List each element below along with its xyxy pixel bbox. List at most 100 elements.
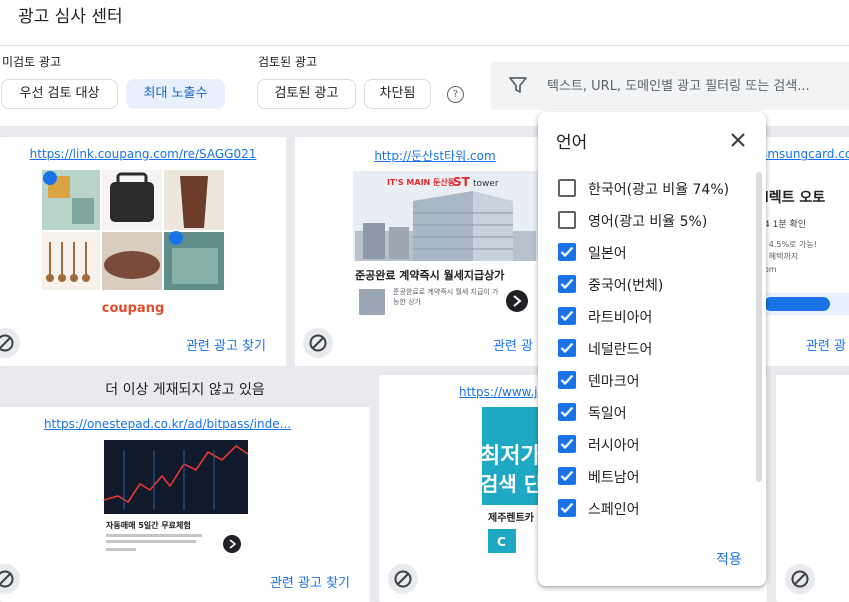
ad-card[interactable]: 더 이상 게재되지 않고 있음 https://onestepad.co.kr/… xyxy=(0,375,370,602)
language-checkbox[interactable] xyxy=(558,339,576,357)
ad-headline: 준공완료 계약즉시 월세지급상가 xyxy=(355,268,504,282)
ad-creative-image: 자동매매 5일간 무료체험 xyxy=(104,440,248,558)
brand-st-text: ST xyxy=(453,175,471,189)
header-divider xyxy=(0,45,849,46)
scrollbar[interactable] xyxy=(756,172,762,482)
language-checkbox[interactable] xyxy=(558,467,576,485)
brand-tower-text: tower xyxy=(473,179,499,189)
language-checkbox[interactable] xyxy=(558,499,576,517)
language-option[interactable]: 일본어 xyxy=(556,236,756,268)
block-ad-button[interactable] xyxy=(388,564,418,594)
close-icon[interactable] xyxy=(728,130,748,150)
ad-text-4: l 혜택까지 xyxy=(764,252,799,261)
language-label: 독일어 xyxy=(588,406,627,422)
language-option[interactable]: 한국어(광고 비율 74%) xyxy=(556,172,756,204)
language-option[interactable]: 라트비아어 xyxy=(556,300,756,332)
language-option[interactable]: 독일어 xyxy=(556,396,756,428)
language-option[interactable]: 영어(광고 비율 5%) xyxy=(556,204,756,236)
check-icon xyxy=(560,406,574,418)
ad-text-1: l렉트 오토 xyxy=(764,190,826,206)
chip-reviewed-ads[interactable]: 검토된 광고 xyxy=(257,79,356,109)
filter-bar xyxy=(491,62,849,110)
ad-url[interactable]: amsungcard.com xyxy=(760,147,849,161)
language-label: 영어(광고 비율 5%) xyxy=(588,214,708,230)
filter-search-input[interactable] xyxy=(547,76,847,96)
language-option[interactable]: 네덜란드어 xyxy=(556,332,756,364)
language-label: 네덜란드어 xyxy=(588,342,653,358)
find-related-ads-link[interactable]: 관련 광 xyxy=(806,335,846,354)
language-checkbox[interactable] xyxy=(558,307,576,325)
language-filter-panel: 언어 한국어(광고 비율 74%) 영어(광고 비율 5%) 일본어중국어(번체) 라… xyxy=(538,112,766,586)
block-icon xyxy=(394,570,412,588)
language-option[interactable]: 러시아어 xyxy=(556,428,756,460)
check-icon xyxy=(560,246,574,258)
language-label: 중국어(번체) xyxy=(588,278,664,294)
language-checkbox[interactable] xyxy=(558,371,576,389)
ad-subtext: 준공완료로 계약즉시 월세 지급이 가능한 상가 xyxy=(393,288,499,306)
check-icon xyxy=(560,438,574,450)
apply-button[interactable]: 적용 xyxy=(716,549,742,569)
chip-most-impressions[interactable]: 최대 노출수 xyxy=(126,79,225,109)
check-icon xyxy=(560,278,574,290)
language-label: 일본어 xyxy=(588,246,627,262)
block-icon xyxy=(309,334,327,352)
find-related-ads-link[interactable]: 관련 광고 찾기 xyxy=(186,335,266,354)
ad-text-2: 4 1분 확인 xyxy=(764,220,807,230)
block-icon xyxy=(791,570,809,588)
language-checkbox[interactable] xyxy=(558,211,576,229)
block-icon xyxy=(0,570,14,588)
reviewed-label: 검토된 광고 xyxy=(258,55,318,69)
brand-logo-text: coupang xyxy=(102,301,165,316)
language-label: 스페인어 xyxy=(588,502,640,518)
language-label: 라트비아어 xyxy=(588,310,653,326)
language-label: 러시아어 xyxy=(588,438,640,454)
ad-card[interactable] xyxy=(776,375,849,602)
ad-text-3: l 4.5%로 가능! xyxy=(764,240,817,249)
ad-url[interactable]: https://onestepad.co.kr/ad/bitpass/inde.… xyxy=(0,417,370,431)
find-related-ads-link[interactable]: 관련 광고 찾기 xyxy=(270,572,350,591)
filter-icon[interactable] xyxy=(509,76,527,94)
chip-blocked[interactable]: 차단됨 xyxy=(364,79,431,109)
check-icon xyxy=(560,310,574,322)
ad-chip-letter: C xyxy=(497,535,506,549)
language-label: 베트남어 xyxy=(588,470,640,486)
check-icon xyxy=(560,470,574,482)
language-label: 덴마크어 xyxy=(588,374,640,390)
ad-creative-image: coupang xyxy=(42,170,224,316)
language-label: 한국어(광고 비율 74%) xyxy=(588,182,730,198)
ad-big-text-1: 최저가 xyxy=(482,444,541,469)
language-option[interactable]: 베트남어 xyxy=(556,460,756,492)
language-option[interactable]: 중국어(번체) xyxy=(556,268,756,300)
page-title: 광고 심사 센터 xyxy=(18,7,123,27)
block-ad-button[interactable] xyxy=(785,564,815,594)
ad-caption: 제주렌트카 xyxy=(488,511,535,524)
language-list: 한국어(광고 비율 74%) 영어(광고 비율 5%) 일본어중국어(번체) 라트비아… xyxy=(556,172,756,532)
check-icon xyxy=(560,502,574,514)
language-option[interactable]: 덴마크어 xyxy=(556,364,756,396)
unreviewed-label: 미검토 광고 xyxy=(2,55,62,69)
ad-card[interactable]: https://link.coupang.com/re/SAGG021 coup… xyxy=(0,137,286,366)
brand-text: IT'S MAIN 둔산동 xyxy=(387,177,456,187)
check-icon xyxy=(560,374,574,386)
ad-big-text-2: 검색 딘 xyxy=(482,472,542,496)
block-ad-button[interactable] xyxy=(0,328,20,358)
ad-cta-area xyxy=(764,293,849,315)
language-checkbox[interactable] xyxy=(558,403,576,421)
help-icon[interactable]: ? xyxy=(447,86,464,103)
language-checkbox[interactable] xyxy=(558,435,576,453)
block-ad-button[interactable] xyxy=(303,328,333,358)
ad-headline: 자동매매 5일간 무료체험 xyxy=(106,520,191,530)
no-longer-running-banner: 더 이상 게재되지 않고 있음 xyxy=(0,375,370,407)
block-ad-button[interactable] xyxy=(0,564,20,594)
block-icon xyxy=(0,334,14,352)
ad-creative-image: IT'S MAIN 둔산동 ST tower 준공완료 계약즉시 월세지급상가 … xyxy=(353,171,538,315)
language-checkbox[interactable] xyxy=(558,275,576,293)
language-option[interactable]: 스페인어 xyxy=(556,492,756,524)
find-related-ads-link[interactable]: 관련 광 xyxy=(493,335,533,354)
chip-priority-review[interactable]: 우선 검토 대상 xyxy=(1,79,118,109)
ad-url[interactable]: https://link.coupang.com/re/SAGG021 xyxy=(0,147,286,161)
language-checkbox[interactable] xyxy=(558,243,576,261)
language-checkbox[interactable] xyxy=(558,179,576,197)
ad-cta-button xyxy=(764,297,830,311)
panel-title: 언어 xyxy=(556,133,588,153)
